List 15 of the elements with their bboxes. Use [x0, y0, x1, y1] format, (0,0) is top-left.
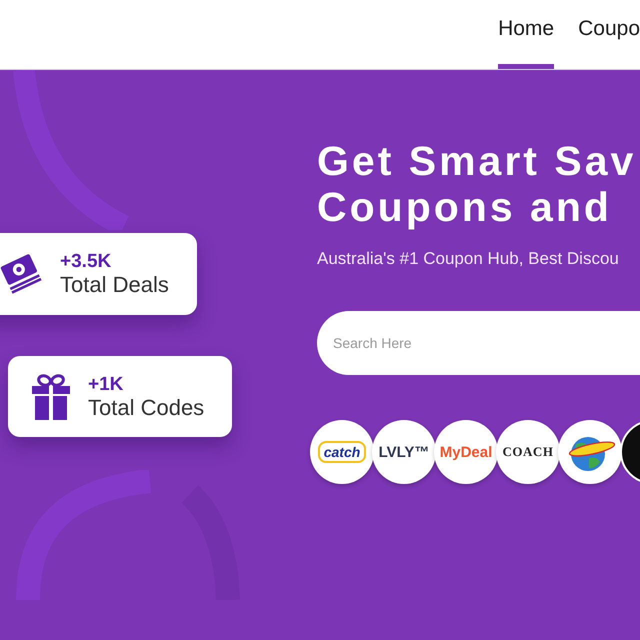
brand-logo-link[interactable] — [620, 420, 640, 484]
stat-value: +1K — [88, 374, 124, 394]
brand-logo-link[interactable] — [558, 420, 622, 484]
search-field[interactable]: Search Here — [317, 311, 640, 375]
brand-logo-link[interactable]: LVLY™ — [372, 420, 436, 484]
stat-value: +3.5K — [60, 251, 112, 272]
nav-link[interactable]: Coupo — [578, 0, 640, 69]
gift-icon — [32, 373, 70, 420]
hero-subtitle: Australia's #1 Coupon Hub, Best Discou — [317, 249, 619, 269]
brand-badge: catch — [318, 441, 366, 463]
brand-logo-link[interactable]: catch — [310, 420, 374, 484]
brand-logo-link[interactable]: COACH — [496, 420, 560, 484]
stat-label: Total Codes — [88, 394, 204, 420]
hero-title: Get Smart Sav Coupons and — [317, 138, 636, 230]
stat-label: Total Deals — [60, 272, 169, 297]
